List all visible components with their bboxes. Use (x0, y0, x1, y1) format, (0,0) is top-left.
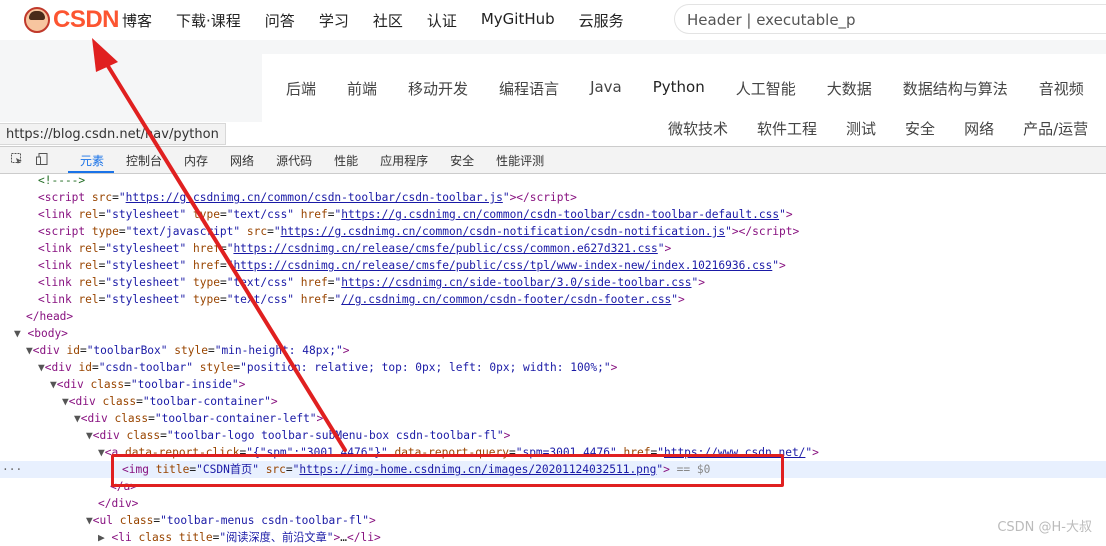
csdn-logo[interactable]: CSDN (24, 6, 120, 34)
more-dots-icon[interactable]: ··· (2, 461, 22, 478)
dom-line[interactable]: ▼<div class="toolbar-container"> (0, 393, 1106, 410)
category-ai[interactable]: 人工智能 (736, 78, 796, 99)
dom-line[interactable]: <link rel="stylesheet" href="https://csd… (0, 257, 1106, 274)
tab-console[interactable]: 控制台 (126, 152, 162, 169)
category-product[interactable]: 产品/运营 (1023, 118, 1088, 139)
nav-item-learn[interactable]: 学习 (319, 10, 349, 31)
dom-line[interactable]: ▶ <li class title="阅读深度、前沿文章">…</li> (0, 529, 1106, 546)
top-navbar: CSDN 博客 下载·课程 问答 学习 社区 认证 MyGitHub 云服务 H… (0, 0, 1106, 40)
dom-line[interactable]: ▼<div id="toolbarBox" style="min-height:… (0, 342, 1106, 359)
category-bigdata[interactable]: 大数据 (827, 78, 872, 99)
expand-triangle-icon[interactable]: ▼ (26, 344, 33, 357)
expand-triangle-icon[interactable]: ▼ (98, 446, 105, 459)
active-tab-indicator (68, 171, 114, 173)
category-microsoft[interactable]: 微软技术 (668, 118, 728, 139)
devtools-tabbar: 元素 控制台 内存 网络 源代码 性能 应用程序 安全 性能评测 (0, 146, 1106, 174)
category-row-2: 微软技术 软件工程 测试 安全 网络 产品/运营 (668, 118, 1106, 139)
dom-line[interactable]: ▼<div class="toolbar-container-left"> (0, 410, 1106, 427)
tab-elements[interactable]: 元素 (80, 152, 104, 169)
search-input[interactable]: Header | executable_p (674, 4, 1106, 34)
nav-item-cloud[interactable]: 云服务 (579, 10, 624, 31)
category-frontend[interactable]: 前端 (347, 78, 377, 99)
script-src-link[interactable]: https://g.csdnimg.cn/common/csdn-notific… (281, 225, 726, 238)
expand-triangle-icon[interactable]: ▼ (86, 514, 93, 527)
dom-line[interactable]: <link rel="stylesheet" type="text/css" h… (0, 274, 1106, 291)
nav-item-blog[interactable]: 博客 (122, 10, 152, 31)
dom-line[interactable]: </div> (0, 495, 1106, 512)
dom-line[interactable]: <link rel="stylesheet" type="text/css" h… (0, 206, 1106, 223)
highlight-box (111, 454, 784, 487)
expand-triangle-icon[interactable]: ▼ (62, 395, 69, 408)
category-mobile[interactable]: 移动开发 (408, 78, 468, 99)
category-backend[interactable]: 后端 (286, 78, 316, 99)
stylesheet-link[interactable]: https://g.csdnimg.cn/common/csdn-toolbar… (341, 208, 779, 221)
category-software-eng[interactable]: 软件工程 (757, 118, 817, 139)
expand-triangle-icon[interactable]: ▼ (14, 327, 21, 340)
nav-item-community[interactable]: 社区 (373, 10, 403, 31)
category-security[interactable]: 安全 (905, 118, 935, 139)
elements-tree: <!----> <script src="https://g.csdnimg.c… (0, 172, 1106, 546)
link-status-url: https://blog.csdn.net/nav/python (0, 123, 226, 145)
tab-sources[interactable]: 源代码 (276, 152, 312, 169)
category-row-1: 后端 前端 移动开发 编程语言 Java Python 人工智能 大数据 数据结… (286, 78, 1106, 99)
dom-line[interactable]: <link rel="stylesheet" type="text/css" h… (0, 291, 1106, 308)
stylesheet-link[interactable]: //g.csdnimg.cn/common/csdn-footer/csdn-f… (341, 293, 671, 306)
watermark: CSDN @H-大叔 (997, 520, 1092, 535)
comment-text: <!----> (38, 174, 86, 187)
expand-triangle-icon[interactable]: ▼ (74, 412, 81, 425)
dom-line[interactable]: ▼<ul class="toolbar-menus csdn-toolbar-f… (0, 512, 1106, 529)
dom-line[interactable]: ▼<div class="toolbar-inside"> (0, 376, 1106, 393)
tab-network[interactable]: 网络 (230, 152, 254, 169)
category-java[interactable]: Java (590, 78, 622, 99)
category-network[interactable]: 网络 (964, 118, 994, 139)
nav-item-qa[interactable]: 问答 (265, 10, 295, 31)
nav-item-certify[interactable]: 认证 (427, 10, 457, 31)
category-languages[interactable]: 编程语言 (499, 78, 559, 99)
nav-item-mygithub[interactable]: MyGitHub (481, 10, 555, 31)
device-toolbar-icon[interactable] (36, 153, 48, 165)
dom-line[interactable]: <link rel="stylesheet" href="https://csd… (0, 240, 1106, 257)
tab-lighthouse[interactable]: 性能评测 (496, 152, 544, 169)
category-algorithms[interactable]: 数据结构与算法 (903, 78, 1008, 99)
stylesheet-link[interactable]: https://csdnimg.cn/release/cmsfe/public/… (233, 259, 772, 272)
tab-performance[interactable]: 性能 (334, 152, 358, 169)
devtools-tabs: 元素 控制台 内存 网络 源代码 性能 应用程序 安全 性能评测 (80, 152, 566, 169)
dom-line[interactable]: ▼<div class="toolbar-logo toolbar-subMen… (0, 427, 1106, 444)
category-av[interactable]: 音视频 (1039, 78, 1084, 99)
dom-line[interactable]: <script src="https://g.csdnimg.cn/common… (0, 189, 1106, 206)
expand-triangle-icon[interactable]: ▼ (86, 429, 93, 442)
stylesheet-link[interactable]: https://csdnimg.cn/side-toolbar/3.0/side… (341, 276, 691, 289)
avatar-mascot-icon (24, 7, 50, 33)
tab-security[interactable]: 安全 (450, 152, 474, 169)
li-title-value: "阅读深度、前沿文章" (219, 531, 334, 544)
collapse-triangle-icon[interactable]: ▶ (98, 531, 105, 544)
dom-line[interactable]: <!----> (0, 172, 1106, 189)
expand-triangle-icon[interactable]: ▼ (50, 378, 57, 391)
tab-application[interactable]: 应用程序 (380, 152, 428, 169)
stylesheet-link[interactable]: https://csdnimg.cn/release/cmsfe/public/… (233, 242, 657, 255)
nav-item-download[interactable]: 下载·课程 (176, 10, 241, 31)
tab-memory[interactable]: 内存 (184, 152, 208, 169)
expand-triangle-icon[interactable]: ▼ (38, 361, 45, 374)
main-nav: 博客 下载·课程 问答 学习 社区 认证 MyGitHub 云服务 (122, 10, 648, 31)
dom-line[interactable]: ▼<div id="csdn-toolbar" style="position:… (0, 359, 1106, 376)
inspect-element-icon[interactable] (11, 153, 23, 165)
script-src-link[interactable]: https://g.csdnimg.cn/common/csdn-toolbar… (126, 191, 503, 204)
dom-line[interactable]: ▼ <body> (0, 325, 1106, 342)
logo-text: CSDN (53, 6, 120, 33)
dom-line[interactable]: </head> (0, 308, 1106, 325)
category-python[interactable]: Python (653, 78, 705, 99)
dom-line[interactable]: <script type="text/javascript" src="http… (0, 223, 1106, 240)
category-testing[interactable]: 测试 (846, 118, 876, 139)
